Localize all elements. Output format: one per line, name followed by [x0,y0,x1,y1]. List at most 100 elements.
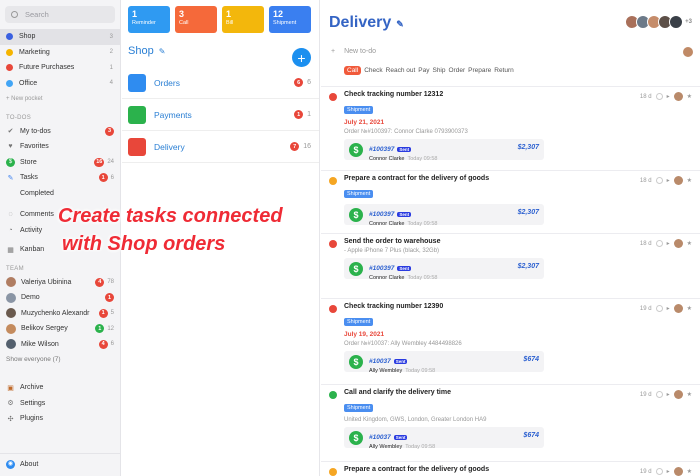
filter-reach-out[interactable]: Reach out [386,67,416,74]
checkbox[interactable] [655,305,663,312]
team-member[interactable]: Muzychenko Alexandr 1 5 [0,306,120,322]
badge: 1 [105,293,114,303]
order-card[interactable]: $ #10037 Sent Ally Wembley Today 09:58 $674 [344,427,544,450]
checkbox[interactable] [655,240,663,247]
shop-item-payments[interactable]: Payments 1 1 [122,99,319,131]
play-icon[interactable]: ▸ [667,391,670,398]
pocket-color-dot [6,79,13,87]
shop-item-orders[interactable]: Orders 6 6 [122,67,319,99]
search-input[interactable]: Search [5,6,115,23]
avatar [6,323,16,334]
edit-icon[interactable]: ✎ [159,47,166,56]
order-card[interactable]: $ #100397 Sent Connor Clarke Today 09:58 $2,3… [344,204,544,227]
star-icon[interactable]: ★ [687,240,692,247]
sidebar-item-settings[interactable]: ⚙ Settings [0,396,121,412]
order-card[interactable]: $ #100397 Sent Connor Clarke Today 09:58 $2,3… [344,139,544,162]
star-icon[interactable]: ★ [687,468,692,475]
new-pocket-button[interactable]: + New pocket [0,91,120,107]
badge: 6 [294,78,304,87]
task-item[interactable]: Send the order to warehouse - Apple iPho… [321,233,700,281]
checkbox[interactable] [655,468,663,475]
sidebar-item-my-todos[interactable]: ✔ My to-dos 3 [0,124,120,140]
badge: 4 [95,277,105,287]
avatar [673,304,683,313]
play-icon[interactable]: ▸ [667,468,670,475]
filter-prepare[interactable]: Prepare [468,67,491,74]
app-logo-icon: ◉ [6,460,15,470]
sidebar-item-future-purchases[interactable]: Future Purchases 1 [0,60,120,76]
task-item[interactable]: Check tracking number 12390 Shipment Jul… [321,298,700,374]
about-button[interactable]: ◉ About [0,457,121,473]
money-icon [128,105,146,124]
show-everyone-link[interactable]: Show everyone (7) [0,352,120,368]
check-icon: ✔ [7,128,14,136]
team-member[interactable]: Mike Wilson 4 6 [0,337,120,353]
team-member[interactable]: Demo 1 [0,290,120,306]
checkbox[interactable] [655,93,663,100]
sidebar-item-office[interactable]: Office 4 [0,76,120,92]
avatar [673,390,683,399]
add-button[interactable]: + [292,48,311,67]
shipment-card[interactable]: 12 Shipment [269,6,311,33]
filter-call[interactable]: Call [344,66,362,75]
filter-return[interactable]: Return [494,67,514,74]
sidebar-item-tasks[interactable]: ✎ Tasks 1 6 [0,170,120,186]
star-icon[interactable]: ★ [687,93,692,100]
edit-icon[interactable]: ✎ [396,19,404,29]
alarm-icon [329,240,337,248]
star-icon[interactable]: ★ [687,391,692,398]
comment-icon: ◌ [8,211,13,219]
new-todo-input[interactable]: + New to-do [331,44,693,59]
bill-card[interactable]: 1 Bill [222,6,264,33]
shipment-tag: Shipment [344,318,374,326]
avatar [6,277,16,288]
sidebar-item-favorites[interactable]: ♥ Favorites [0,139,120,155]
reminder-card[interactable]: 1 Reminder [128,6,170,33]
sidebar-item-completed[interactable]: Completed [0,186,120,202]
filter-order[interactable]: Order [449,67,466,74]
pocket-color-dot [6,33,13,41]
filter-pay[interactable]: Pay [418,67,429,74]
sidebar-item-store[interactable]: $ Store 16 24 [0,155,120,171]
dollar-icon: $ [349,142,363,157]
task-item[interactable]: Prepare a contract for the delivery of g… [321,461,700,476]
sidebar-item-shop[interactable]: Shop 3 [0,29,120,45]
task-item[interactable]: Check tracking number 12312 Shipment Jul… [321,86,700,162]
play-icon[interactable]: ▸ [667,305,670,312]
plus-icon: + [331,48,336,55]
shipment-tag: Shipment [344,190,374,198]
dollar-icon: $ [6,157,15,167]
star-icon[interactable]: ★ [687,305,692,312]
star-icon[interactable]: ★ [687,177,692,184]
avatar [6,339,16,350]
alarm-icon [329,305,337,313]
play-icon[interactable]: ▸ [667,93,670,100]
badge: 7 [290,142,300,151]
play-icon[interactable]: ▸ [667,240,670,247]
shopping-bag-icon [128,73,146,92]
filter-check[interactable]: Check [364,67,382,74]
task-item[interactable]: Call and clarify the delivery time Shipm… [321,384,700,450]
sidebar-item-plugins[interactable]: ✣ Plugins [0,411,121,427]
team-member[interactable]: Valeriya Ubinina 4 78 [0,275,120,291]
avatar [6,308,16,319]
search-icon [11,11,18,18]
play-icon[interactable]: ▸ [667,177,670,184]
archive-icon: ▣ [7,384,14,392]
sidebar-item-marketing[interactable]: Marketing 2 [0,45,120,61]
call-card[interactable]: 3 Call [175,6,217,33]
shop-item-delivery[interactable]: Delivery 7 16 [122,131,319,163]
member-avatars[interactable]: +3 [625,15,692,29]
checkbox[interactable] [655,391,663,398]
filter-ship[interactable]: Ship [432,67,445,74]
action-filters: Call Check Reach out Pay Ship Order Prep… [344,66,514,75]
task-item[interactable]: Prepare a contract for the delivery of g… [321,170,700,227]
checkbox[interactable] [655,177,663,184]
promo-caption-line1: Create tasks connected [58,205,283,227]
order-card[interactable]: $ #10037 Sent Ally Wembley Today 09:58 $674 [344,351,544,374]
order-card[interactable]: $ #100397 Sent Connor Clarke Today 09:58 $2,3… [344,258,544,281]
warning-icon [329,177,337,185]
sidebar-item-archive[interactable]: ▣ Archive [0,380,121,396]
avatar [6,292,16,303]
team-member[interactable]: Belikov Sergey 1 12 [0,321,120,337]
